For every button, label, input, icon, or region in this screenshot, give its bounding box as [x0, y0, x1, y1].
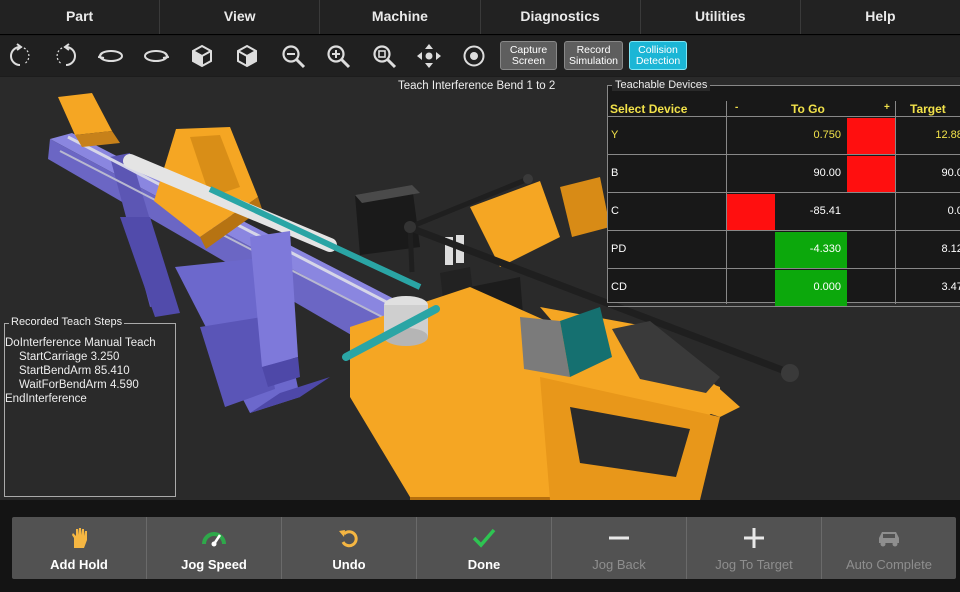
orbit-left-icon[interactable]: [97, 42, 125, 70]
toolbar: Capture Screen Record Simulation Collisi…: [0, 36, 960, 76]
step-line: StartBendArm 85.410: [19, 365, 130, 377]
device-target-value: 0.00: [947, 205, 960, 217]
device-name: B: [611, 167, 619, 179]
step-line: DoInterference Manual Teach: [5, 337, 156, 349]
device-indicator: [847, 156, 895, 192]
collision-label-line2: Detection: [635, 55, 681, 67]
teachable-devices-title: Teachable Devices: [612, 79, 711, 91]
device-name: CD: [611, 281, 627, 293]
hand-icon: [72, 528, 87, 548]
device-to-go-value: 0.000: [813, 281, 841, 293]
done-button[interactable]: Done: [417, 517, 552, 579]
menu-part[interactable]: Part: [0, 0, 161, 34]
action-button-panel: Add Hold Jog Speed Undo Done Jog Back Jo…: [12, 517, 956, 579]
jog-speed-button[interactable]: Jog Speed: [147, 517, 282, 579]
step-line: WaitForBendArm 4.590: [19, 379, 139, 391]
devices-table-header: Select Device - To Go + Target: [608, 101, 960, 117]
record-simulation-button[interactable]: Record Simulation: [564, 41, 623, 70]
device-row-cd[interactable]: CD 0.000 3.475: [608, 269, 960, 307]
device-name: C: [611, 205, 619, 217]
cube-front-icon[interactable]: [188, 42, 216, 70]
device-target-value: 12.880: [935, 129, 960, 141]
device-to-go-value: 0.750: [813, 129, 841, 141]
header-to-go: To Go: [791, 102, 825, 116]
zoom-fit-icon[interactable]: [370, 42, 398, 70]
zoom-out-icon[interactable]: [279, 42, 307, 70]
undo-icon: [339, 530, 358, 548]
step-line: EndInterference: [5, 393, 87, 405]
rotate-cw-icon[interactable]: [52, 42, 80, 70]
checkmark-icon: [472, 528, 496, 548]
menu-view[interactable]: View: [160, 0, 321, 34]
recorded-steps-panel: Recorded Teach Steps DoInterference Manu…: [4, 316, 176, 497]
undo-button[interactable]: Undo: [282, 517, 417, 579]
undo-label: Undo: [332, 557, 366, 572]
device-target-value: 3.475: [941, 281, 960, 293]
table-divider: [895, 101, 896, 304]
teachable-devices-panel: Teachable Devices Select Device - To Go …: [607, 79, 960, 307]
auto-complete-button[interactable]: Auto Complete: [822, 517, 956, 579]
record-label-line2: Simulation: [568, 55, 619, 67]
pan-icon[interactable]: [415, 42, 443, 70]
header-select-device: Select Device: [610, 102, 688, 116]
capture-label-line2: Screen: [511, 55, 546, 67]
device-name: Y: [611, 129, 619, 141]
menu-diagnostics[interactable]: Diagnostics: [481, 0, 641, 34]
jog-back-button[interactable]: Jog Back: [552, 517, 687, 579]
device-to-go-value: -85.41: [809, 205, 841, 217]
header-plus: +: [884, 102, 890, 113]
device-target-value: 8.125: [941, 243, 960, 255]
speedometer-icon: [202, 532, 226, 547]
viewport-title: Teach Interference Bend 1 to 2: [398, 80, 556, 92]
device-row-y[interactable]: Y 0.750 12.880: [608, 117, 960, 155]
rotate-ccw-icon[interactable]: [6, 42, 34, 70]
plus-icon: [744, 528, 764, 548]
menu-bar: Part View Machine Diagnostics Utilities …: [0, 0, 960, 35]
orbit-right-icon[interactable]: [142, 42, 170, 70]
header-target: Target: [910, 102, 946, 116]
jog-to-target-label: Jog To Target: [715, 557, 793, 572]
device-row-b[interactable]: B 90.00 90.00: [608, 155, 960, 193]
device-indicator: [727, 194, 775, 230]
done-label: Done: [467, 557, 501, 572]
menu-help[interactable]: Help: [801, 0, 960, 34]
center-target-icon[interactable]: [460, 42, 488, 70]
jog-to-target-button[interactable]: Jog To Target: [687, 517, 822, 579]
table-divider: [726, 101, 727, 304]
zoom-in-icon[interactable]: [324, 42, 352, 70]
recorded-steps-title: Recorded Teach Steps: [9, 316, 125, 328]
header-minus: -: [735, 102, 739, 113]
bottom-bar: Add Hold Jog Speed Undo Done Jog Back Jo…: [0, 500, 960, 592]
car-icon: [879, 532, 899, 547]
menu-utilities[interactable]: Utilities: [641, 0, 801, 34]
device-to-go-value: -4.330: [809, 243, 841, 255]
jog-speed-label: Jog Speed: [181, 557, 247, 572]
menu-machine[interactable]: Machine: [320, 0, 481, 34]
add-hold-label: Add Hold: [50, 557, 108, 572]
collision-detection-button[interactable]: Collision Detection: [629, 41, 687, 70]
device-row-c[interactable]: C -85.41 0.00: [608, 193, 960, 231]
device-indicator: [847, 118, 895, 154]
step-line: StartCarriage 3.250: [19, 351, 120, 363]
capture-screen-button[interactable]: Capture Screen: [500, 41, 557, 70]
auto-complete-label: Auto Complete: [846, 557, 932, 572]
device-target-value: 90.00: [941, 167, 960, 179]
device-row-pd[interactable]: PD -4.330 8.125: [608, 231, 960, 269]
3d-viewport[interactable]: Teach Interference Bend 1 to 2 Recorded …: [0, 77, 960, 500]
cube-iso-icon[interactable]: [233, 42, 261, 70]
jog-back-label: Jog Back: [592, 557, 646, 572]
minus-icon: [609, 536, 629, 540]
device-to-go-value: 90.00: [813, 167, 841, 179]
device-name: PD: [611, 243, 627, 255]
add-hold-button[interactable]: Add Hold: [12, 517, 147, 579]
